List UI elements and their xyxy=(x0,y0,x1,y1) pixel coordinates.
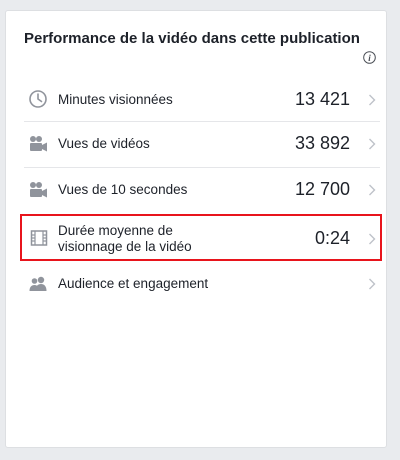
video-camera-icon xyxy=(30,136,47,152)
divider xyxy=(24,121,380,122)
info-icon[interactable]: i xyxy=(363,51,376,64)
metric-label: Minutes visionnées xyxy=(58,92,173,107)
film-strip-icon xyxy=(30,230,48,246)
chevron-right-icon xyxy=(369,184,376,196)
people-icon xyxy=(29,276,47,291)
divider xyxy=(24,167,380,168)
metric-label: Vues de vidéos xyxy=(58,136,150,151)
metric-value: 12 700 xyxy=(294,179,350,199)
chevron-right-icon xyxy=(369,278,376,290)
chevron-right-icon xyxy=(369,94,376,106)
video-camera-icon xyxy=(30,182,47,198)
video-performance-card: Performance de la vidéo dans cette publi… xyxy=(5,10,387,448)
metric-row-audience-engagement[interactable]: Audience et engagement xyxy=(24,269,380,299)
clock-icon xyxy=(29,90,47,108)
metric-value: 0:24 xyxy=(314,228,350,248)
metric-label-line1: Durée moyenne de xyxy=(58,223,173,238)
metric-row-average-watch-time[interactable]: Durée moyenne de visionnage de la vidéo … xyxy=(20,214,382,261)
metric-value: 13 421 xyxy=(294,89,350,109)
metric-value: 33 892 xyxy=(294,133,350,153)
metric-label-line2: visionnage de la vidéo xyxy=(58,239,192,254)
metric-row-minutes-viewed[interactable]: Minutes visionnées 13 421 xyxy=(24,85,380,115)
metric-row-video-views[interactable]: Vues de vidéos 33 892 xyxy=(24,129,380,159)
metric-label: Audience et engagement xyxy=(58,276,209,291)
metric-row-10-second-views[interactable]: Vues de 10 secondes 12 700 xyxy=(24,175,380,205)
metric-label: Vues de 10 secondes xyxy=(58,182,188,197)
svg-text:i: i xyxy=(368,53,371,63)
chevron-right-icon xyxy=(369,138,376,150)
card-title: Performance de la vidéo dans cette publi… xyxy=(24,30,360,47)
chevron-right-icon xyxy=(369,233,376,245)
